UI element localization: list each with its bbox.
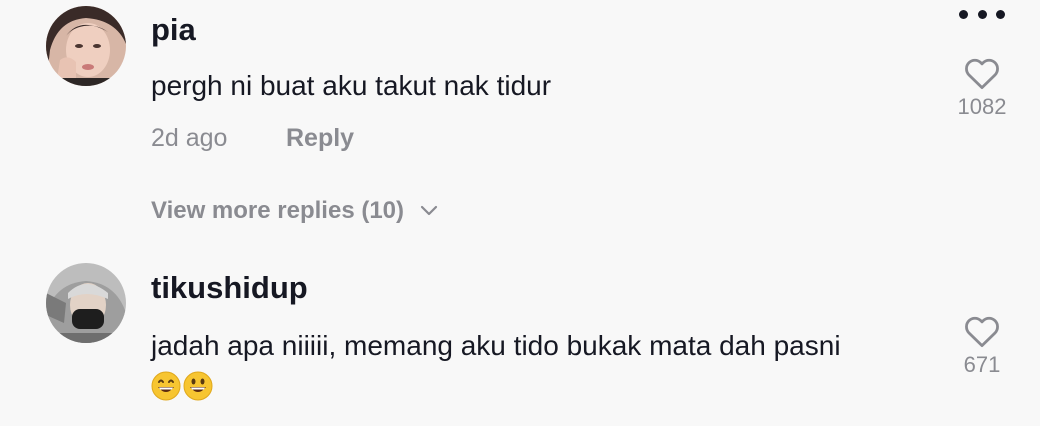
grinning-emoji-icon (183, 371, 213, 401)
more-options-icon[interactable] (959, 6, 1005, 22)
chevron-down-icon (420, 205, 438, 216)
comments-panel: pia pergh ni buat aku takut nak tidur 2d… (0, 0, 1040, 426)
like-count: 1082 (957, 94, 1007, 119)
comment-username[interactable]: pia (151, 12, 196, 48)
comment-text: pergh ni buat aku takut nak tidur (151, 70, 552, 101)
avatar[interactable] (46, 263, 126, 343)
heart-outline-icon[interactable] (963, 56, 1001, 90)
avatar[interactable] (46, 6, 126, 86)
like-count: 671 (963, 352, 1001, 377)
grinning-squinting-emoji-icon (151, 371, 181, 401)
view-more-replies-label: View more replies (10) (151, 197, 405, 224)
view-more-replies-button[interactable]: View more replies (10) (151, 197, 438, 225)
like-group: 1082 (947, 56, 1017, 120)
heart-outline-icon[interactable] (963, 314, 1001, 348)
like-group: 671 (947, 314, 1017, 378)
comment-timestamp: 2d ago (151, 124, 228, 152)
emoji-row (151, 371, 213, 401)
reply-button[interactable]: Reply (286, 124, 354, 153)
comment-username[interactable]: tikushidup (151, 270, 308, 306)
comment-text: jadah apa niiiii, memang aku tido bukak … (151, 330, 841, 361)
